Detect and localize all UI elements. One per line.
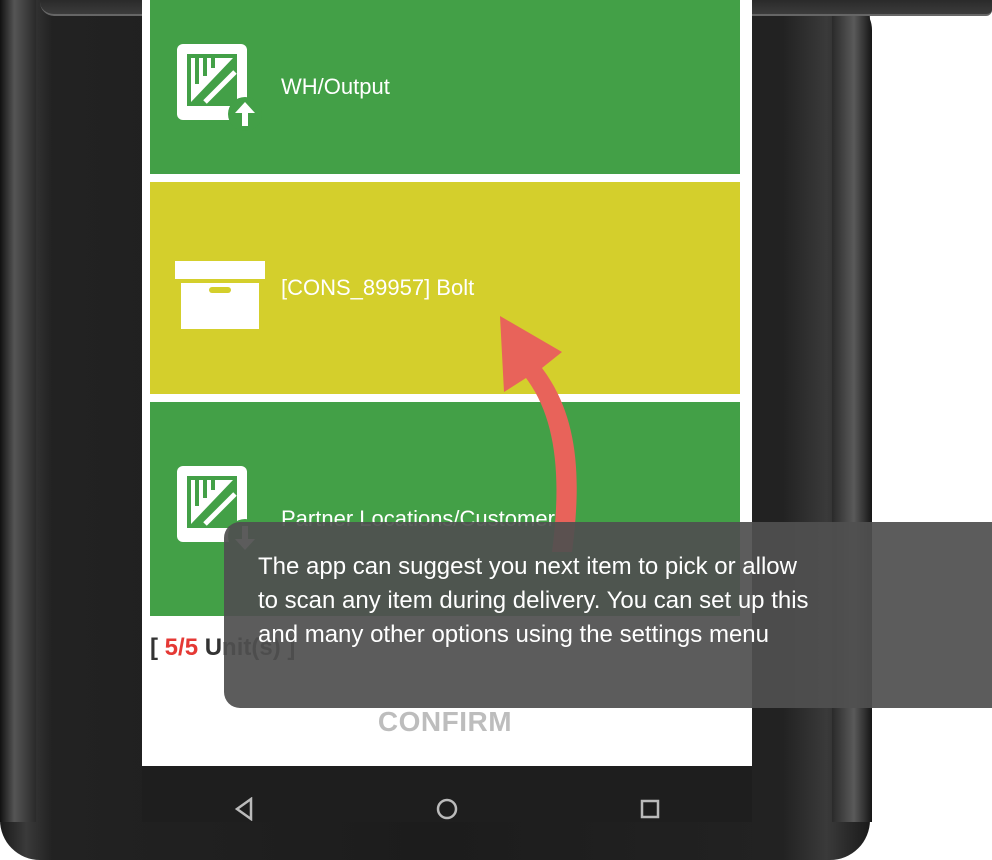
device-edge-left — [0, 0, 36, 822]
recents-square-icon[interactable] — [630, 789, 670, 829]
tooltip-line: to scan any item during delivery. You ca… — [258, 587, 809, 614]
android-nav-bar — [142, 766, 752, 822]
tooltip-line: The app can suggest you next item to pic… — [258, 553, 797, 580]
location-tile-wh-output[interactable]: WH/Output — [150, 0, 740, 174]
back-triangle-icon[interactable] — [224, 789, 264, 829]
progress-count: 5/5 — [164, 634, 199, 661]
product-tile-bolt[interactable]: [CONS_89957] Bolt — [150, 182, 740, 394]
tooltip: The app can suggest you next item to pic… — [224, 522, 992, 708]
annotation-arrow — [500, 316, 577, 552]
box-icon — [175, 243, 265, 333]
warehouse-output-icon — [175, 42, 265, 132]
progress-prefix: [ — [150, 634, 165, 661]
tile-label: WH/Output — [281, 74, 390, 99]
tile-label: [CONS_89957] Bolt — [281, 275, 475, 300]
tooltip-line: and many other options using the setting… — [258, 621, 769, 648]
home-circle-icon[interactable] — [427, 789, 467, 829]
